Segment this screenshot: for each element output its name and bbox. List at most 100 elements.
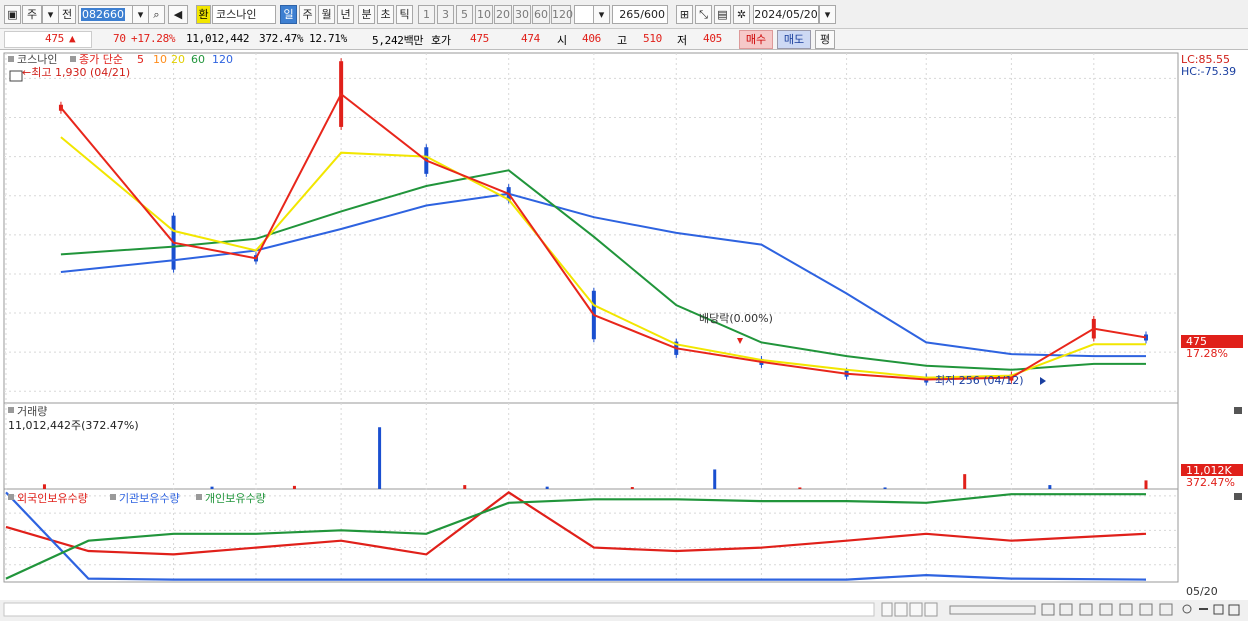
volume-bar bbox=[42, 484, 46, 489]
zoom-out-icon[interactable] bbox=[1199, 608, 1208, 610]
period-minute[interactable]: 분 bbox=[358, 5, 375, 24]
period-second[interactable]: 초 bbox=[377, 5, 394, 24]
interval-5[interactable]: 5 bbox=[456, 5, 473, 24]
volume-bar bbox=[463, 485, 467, 489]
stop-icon[interactable] bbox=[909, 602, 923, 617]
high-label: 고 bbox=[617, 34, 627, 47]
individual-legend-icon bbox=[196, 494, 202, 500]
buy-button[interactable]: 매수 bbox=[739, 30, 773, 49]
stock-name-label: 코스나인 bbox=[216, 8, 257, 21]
period-month[interactable]: 월 bbox=[318, 5, 335, 24]
drawing-icon[interactable]: ⤡ bbox=[695, 5, 712, 24]
legend-stock-name: 코스나인 bbox=[17, 53, 57, 66]
period-week[interactable]: 주 bbox=[299, 5, 316, 24]
legend-foreign: 외국인보유수량 bbox=[17, 492, 88, 505]
save-icon[interactable]: ▤ bbox=[714, 5, 731, 24]
scroll-right-icon[interactable] bbox=[881, 602, 893, 617]
foreign-legend-icon bbox=[8, 494, 14, 500]
legend-ma5: 5 bbox=[137, 53, 144, 66]
current-price: 475 bbox=[45, 32, 64, 45]
legend-institution: 기관보유수량 bbox=[119, 492, 180, 505]
trade-amount: 5,242백만 bbox=[372, 34, 424, 47]
stock-code: 082660 bbox=[81, 8, 125, 21]
institution-legend-icon bbox=[110, 494, 116, 500]
currency-badge[interactable]: 환 bbox=[196, 5, 211, 24]
change-arrow-icon: ▲ bbox=[69, 32, 76, 45]
chart-area[interactable]: 코스나인 종가 단순 5 10 20 60 120 ←최고 1,930 (04/… bbox=[0, 50, 1248, 621]
low-label: 저 bbox=[677, 34, 687, 47]
interval-10[interactable]: 10 bbox=[475, 5, 493, 24]
volume-bar bbox=[713, 469, 717, 489]
interval-120-label: 120 bbox=[552, 8, 573, 21]
type-dropdown-icon[interactable]: ▾ bbox=[42, 5, 59, 24]
eval-button[interactable]: 평 bbox=[815, 30, 835, 49]
sell-button[interactable]: 매도 bbox=[777, 30, 811, 49]
legend-ma60: 60 bbox=[191, 53, 205, 66]
low-annotation: 최저 256 (04/12) bbox=[935, 374, 1024, 387]
period-second-label: 초 bbox=[380, 8, 391, 21]
calendar-icon[interactable] bbox=[9, 70, 23, 82]
mode-button[interactable]: 전 bbox=[58, 5, 76, 24]
interval-60-label: 60 bbox=[534, 8, 548, 21]
interval-120[interactable]: 120 bbox=[551, 5, 573, 24]
chart-background bbox=[0, 50, 1248, 621]
interval-dropdown-icon[interactable]: ▾ bbox=[593, 5, 610, 24]
change-value: 70 bbox=[113, 32, 126, 45]
volume-bar bbox=[210, 486, 214, 489]
calendar-dropdown-icon[interactable]: ▾ bbox=[819, 5, 836, 24]
legend-ma-square-icon bbox=[70, 56, 76, 62]
interval-1[interactable]: 1 bbox=[418, 5, 435, 24]
volume-current-pct: 372.47% bbox=[1186, 476, 1235, 489]
volume-bar bbox=[630, 487, 634, 489]
date-input[interactable]: 2024/05/20 bbox=[753, 5, 819, 24]
rewind-icon[interactable] bbox=[894, 602, 908, 617]
period-day[interactable]: 일 bbox=[280, 5, 297, 24]
hoga-label: 호가 bbox=[431, 34, 451, 47]
open-price: 406 bbox=[582, 32, 601, 45]
settings-gear-icon[interactable]: ✲ bbox=[733, 5, 750, 24]
legend-square-icon bbox=[8, 56, 14, 62]
volume-bar bbox=[963, 474, 967, 489]
interval-60[interactable]: 60 bbox=[532, 5, 550, 24]
period-tick[interactable]: 틱 bbox=[396, 5, 413, 24]
legend-ma-label: 종가 단순 bbox=[79, 53, 123, 66]
legend-individual: 개인보유수량 bbox=[205, 492, 266, 505]
volume: 11,012,442 bbox=[186, 32, 250, 45]
screen-menu-icon[interactable]: ▣ bbox=[4, 5, 21, 24]
count-input[interactable]: 265/600 bbox=[612, 5, 668, 24]
chart-tools-icon[interactable]: ⊞ bbox=[676, 5, 693, 24]
search-icon[interactable]: ⌕ bbox=[148, 5, 165, 24]
dividend-annotation: 배당락(0.00%) bbox=[699, 312, 773, 325]
legend-ma120: 120 bbox=[212, 53, 233, 66]
quote-bar: 475 ▲ 70 +17.28% 11,012,442 372.47% 12.7… bbox=[0, 29, 1248, 50]
stock-code-input[interactable]: 082660 bbox=[78, 5, 133, 24]
interval-5-label: 5 bbox=[461, 8, 468, 21]
interval-20[interactable]: 20 bbox=[494, 5, 512, 24]
currency-badge-label: 환 bbox=[198, 8, 209, 21]
count-total: /600 bbox=[640, 8, 665, 21]
interval-3[interactable]: 3 bbox=[437, 5, 454, 24]
interval-30[interactable]: 30 bbox=[513, 5, 531, 24]
chart-scrollbar[interactable] bbox=[3, 602, 875, 617]
fast-forward-icon[interactable] bbox=[924, 602, 938, 617]
interval-3-label: 3 bbox=[442, 8, 449, 21]
code-dropdown-icon[interactable]: ▾ bbox=[132, 5, 149, 24]
volume-bar bbox=[545, 486, 549, 489]
type-select[interactable]: 주 bbox=[22, 5, 42, 24]
volume-value: 11,012,442주(372.47%) bbox=[8, 419, 139, 432]
period-tick-label: 틱 bbox=[399, 8, 410, 21]
ask-price: 475 bbox=[470, 32, 489, 45]
holding-panel-close-icon[interactable] bbox=[1234, 493, 1242, 500]
high-annotation: ←최고 1,930 (04/21) bbox=[22, 66, 130, 79]
volume-panel-close-icon[interactable] bbox=[1234, 407, 1242, 414]
period-year[interactable]: 년 bbox=[337, 5, 354, 24]
volume-legend-icon bbox=[8, 407, 14, 413]
speaker-icon[interactable]: ◀ bbox=[168, 5, 188, 24]
stock-name: 코스나인 bbox=[212, 5, 276, 24]
buy-label: 매수 bbox=[745, 33, 767, 46]
interval-1-label: 1 bbox=[423, 8, 430, 21]
legend-ma20: 20 bbox=[171, 53, 185, 66]
eval-label: 평 bbox=[819, 33, 831, 46]
sell-label: 매도 bbox=[783, 33, 805, 46]
volume-bar bbox=[798, 487, 802, 489]
